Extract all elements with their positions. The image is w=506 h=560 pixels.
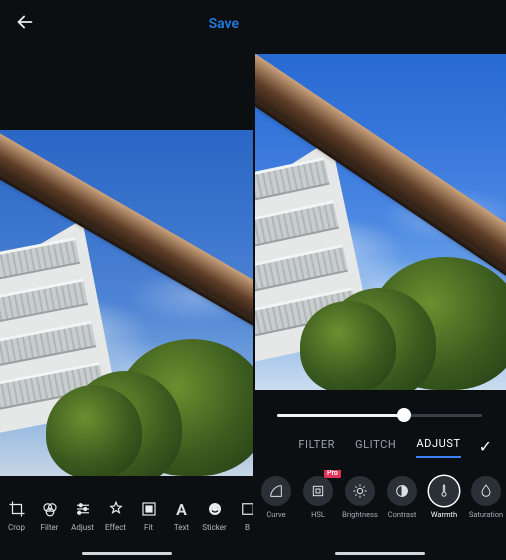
home-indicator [335, 552, 425, 555]
mode-tabs: FILTER GLITCH ADJUST [253, 430, 506, 464]
adjust-icon [66, 498, 99, 520]
adjust-strip: Curve Pro HSL Brightness Contrast Warmth [253, 470, 506, 544]
adjust-label: Contrast [381, 510, 423, 519]
adjust-brightness[interactable]: Brightness [339, 470, 381, 519]
photo-preview [0, 130, 253, 476]
home-indicator [82, 552, 172, 555]
adjust-hsl[interactable]: Pro HSL [297, 470, 339, 519]
tool-more[interactable]: B [231, 498, 253, 532]
tool-filter[interactable]: Filter [33, 498, 66, 532]
confirm-button[interactable]: ✓ [479, 437, 492, 456]
adjust-curve[interactable]: Curve [255, 470, 297, 519]
brightness-icon [352, 483, 368, 499]
adjust-label: Curve [255, 510, 297, 519]
text-icon: A [165, 498, 198, 520]
adjust-label: Saturation [465, 510, 506, 519]
tool-label: Filter [33, 523, 66, 532]
tool-label: Effect [99, 523, 132, 532]
brush-icon [231, 498, 253, 520]
tool-adjust[interactable]: Adjust [66, 498, 99, 532]
tool-effect[interactable]: Effect [99, 498, 132, 532]
tool-strip: Crop Filter Adjust Effect Fit A Text [0, 492, 253, 560]
adjust-saturation[interactable]: Saturation [465, 470, 506, 519]
save-button[interactable]: Save [209, 16, 239, 32]
sticker-icon [198, 498, 231, 520]
effect-icon [99, 498, 132, 520]
adjust-warmth[interactable]: Warmth [423, 470, 465, 519]
photo-preview [255, 54, 506, 390]
tool-label: Adjust [66, 523, 99, 532]
tool-label: Crop [0, 523, 33, 532]
crop-icon [0, 498, 33, 520]
tool-label: Sticker [198, 523, 231, 532]
hsl-icon [310, 483, 326, 499]
tab-adjust[interactable]: ADJUST [416, 437, 460, 458]
adjust-slider[interactable] [277, 405, 482, 425]
tool-label: B [231, 523, 253, 532]
tab-glitch[interactable]: GLITCH [355, 438, 396, 457]
adjust-label: HSL [297, 510, 339, 519]
tab-filter[interactable]: FILTER [298, 438, 335, 457]
editor-pane-left: Save Crop [0, 0, 253, 560]
saturation-icon [478, 483, 494, 499]
top-bar: Save [0, 0, 253, 48]
slider-fill [277, 414, 404, 417]
tool-sticker[interactable]: Sticker [198, 498, 231, 532]
contrast-icon [394, 483, 410, 499]
fit-icon [132, 498, 165, 520]
tool-crop[interactable]: Crop [0, 498, 33, 532]
tool-label: Fit [132, 523, 165, 532]
slider-thumb[interactable] [397, 408, 411, 422]
tool-fit[interactable]: Fit [132, 498, 165, 532]
adjust-label: Warmth [423, 510, 465, 519]
tool-label: Text [165, 523, 198, 532]
editor-pane-right: FILTER GLITCH ADJUST ✓ Curve Pro HSL Bri… [253, 0, 506, 560]
curve-icon [268, 483, 284, 499]
filter-icon [33, 498, 66, 520]
tool-text[interactable]: A Text [165, 498, 198, 532]
back-arrow-icon[interactable] [14, 11, 36, 38]
warmth-icon [436, 483, 452, 499]
adjust-label: Brightness [339, 510, 381, 519]
slider-track [277, 414, 482, 417]
adjust-contrast[interactable]: Contrast [381, 470, 423, 519]
